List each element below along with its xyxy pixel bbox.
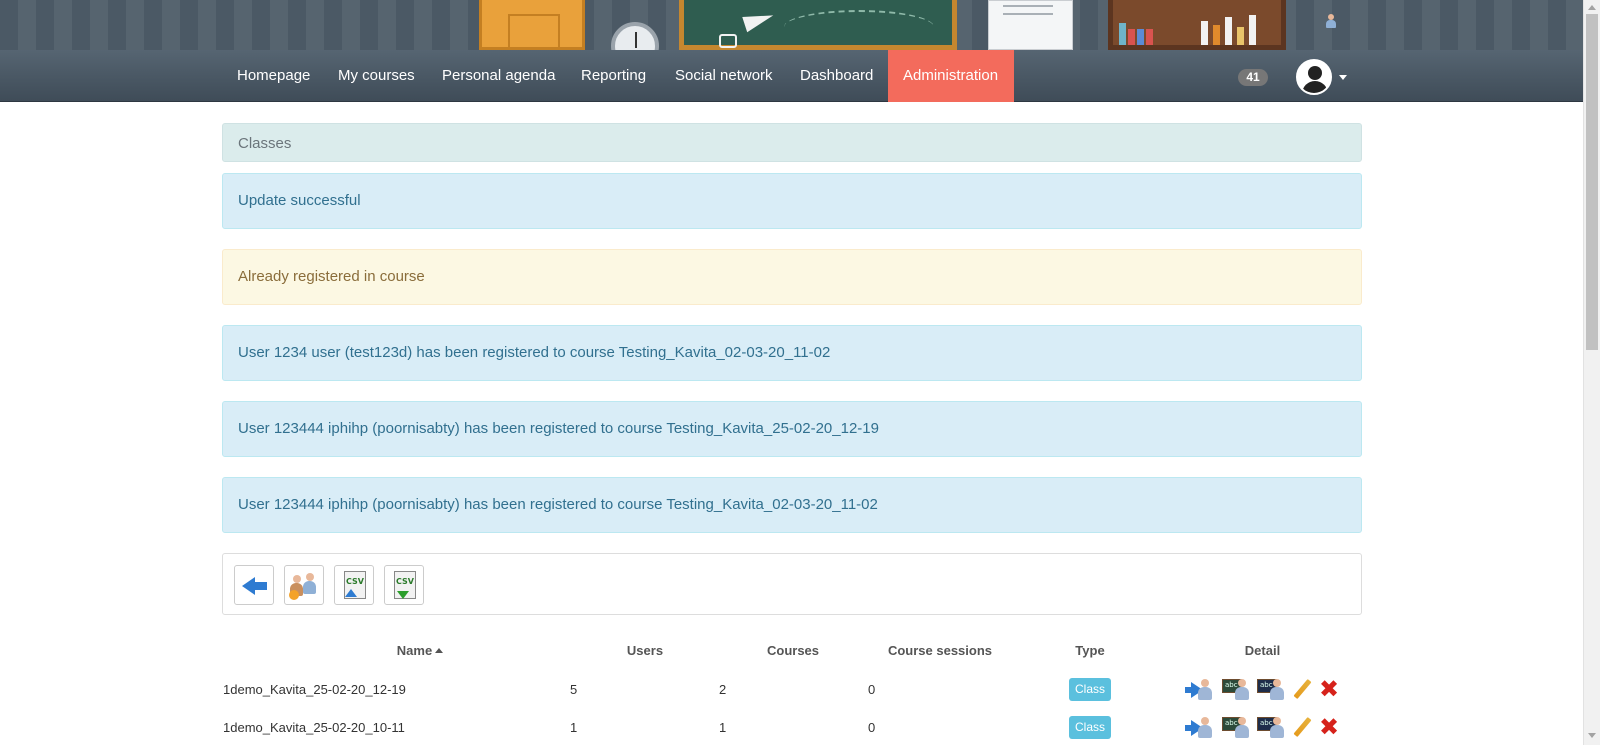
- chevron-down-icon[interactable]: [1339, 75, 1347, 80]
- nav-my-courses[interactable]: My courses: [323, 50, 430, 102]
- subscribe-courses-icon[interactable]: abc: [1222, 714, 1250, 740]
- chalkboard-illustration: [679, 0, 957, 50]
- sort-asc-icon[interactable]: [435, 648, 444, 653]
- delete-icon[interactable]: ✖: [1318, 677, 1340, 701]
- scroll-up-icon[interactable]: [1588, 5, 1596, 10]
- subscribe-courses-icon[interactable]: abc: [1222, 676, 1250, 702]
- column-header-name[interactable]: Name: [370, 643, 470, 658]
- nav-administration[interactable]: Administration: [888, 50, 1014, 102]
- clock-illustration: [611, 22, 659, 50]
- action-toolbar: CSV CSV: [222, 553, 1362, 615]
- subscribe-sessions-icon[interactable]: abc: [1257, 714, 1285, 740]
- cell-course-sessions: 0: [868, 720, 876, 735]
- edit-pencil-icon[interactable]: [1293, 678, 1312, 700]
- import-csv-icon: CSV: [344, 571, 366, 599]
- nav-reporting[interactable]: Reporting: [566, 50, 661, 102]
- column-header-type[interactable]: Type: [1070, 643, 1110, 658]
- user-avatar[interactable]: [1296, 59, 1332, 95]
- alert-registration-message: User 123444 iphihp (poornisabty) has bee…: [222, 401, 1362, 457]
- delete-icon[interactable]: ✖: [1318, 715, 1340, 739]
- import-csv-button[interactable]: CSV: [334, 565, 374, 605]
- bookshelf-illustration: [1108, 0, 1286, 50]
- subscribe-sessions-icon[interactable]: abc: [1257, 676, 1285, 702]
- cell-name: 1demo_Kavita_25-02-20_10-11: [223, 720, 405, 735]
- alert-success-message: Update successful: [222, 173, 1362, 229]
- notification-badge[interactable]: 41: [1238, 69, 1268, 86]
- subscribe-users-icon[interactable]: [1185, 676, 1213, 702]
- cell-courses: 1: [719, 720, 727, 735]
- alert-registration-message: User 1234 user (test123d) has been regis…: [222, 325, 1362, 381]
- column-header-course-sessions[interactable]: Course sessions: [880, 643, 1000, 658]
- edit-pencil-icon[interactable]: [1293, 716, 1312, 738]
- export-csv-button[interactable]: CSV: [384, 565, 424, 605]
- user-mini-icon: [1326, 14, 1336, 28]
- cell-courses: 2: [719, 682, 727, 697]
- nav-homepage[interactable]: Homepage: [222, 50, 325, 102]
- column-header-courses[interactable]: Courses: [758, 643, 828, 658]
- breadcrumb: Classes: [222, 123, 1362, 162]
- cell-users: 1: [570, 720, 578, 735]
- alert-warning-message: Already registered in course: [222, 249, 1362, 305]
- paper-illustration: [988, 0, 1073, 50]
- column-header-users[interactable]: Users: [610, 643, 680, 658]
- nav-dashboard[interactable]: Dashboard: [785, 50, 888, 102]
- column-header-detail: Detail: [1244, 643, 1281, 658]
- export-csv-icon: CSV: [394, 571, 416, 599]
- scroll-thumb[interactable]: [1586, 14, 1598, 350]
- add-class-button[interactable]: [284, 565, 324, 605]
- subscribe-users-icon[interactable]: [1185, 714, 1213, 740]
- cell-users: 5: [570, 682, 578, 697]
- vertical-scrollbar[interactable]: [1583, 0, 1600, 745]
- header-banner: [0, 0, 1583, 50]
- door-illustration: [479, 0, 585, 50]
- type-badge: Class: [1069, 678, 1111, 701]
- cell-course-sessions: 0: [868, 682, 876, 697]
- cell-name: 1demo_Kavita_25-02-20_12-19: [223, 682, 406, 697]
- back-arrow-icon: [242, 576, 268, 596]
- back-button[interactable]: [234, 565, 274, 605]
- scroll-down-icon[interactable]: [1588, 733, 1596, 738]
- nav-social-network[interactable]: Social network: [660, 50, 788, 102]
- nav-personal-agenda[interactable]: Personal agenda: [427, 50, 570, 102]
- alert-registration-message: User 123444 iphihp (poornisabty) has bee…: [222, 477, 1362, 533]
- type-badge: Class: [1069, 716, 1111, 739]
